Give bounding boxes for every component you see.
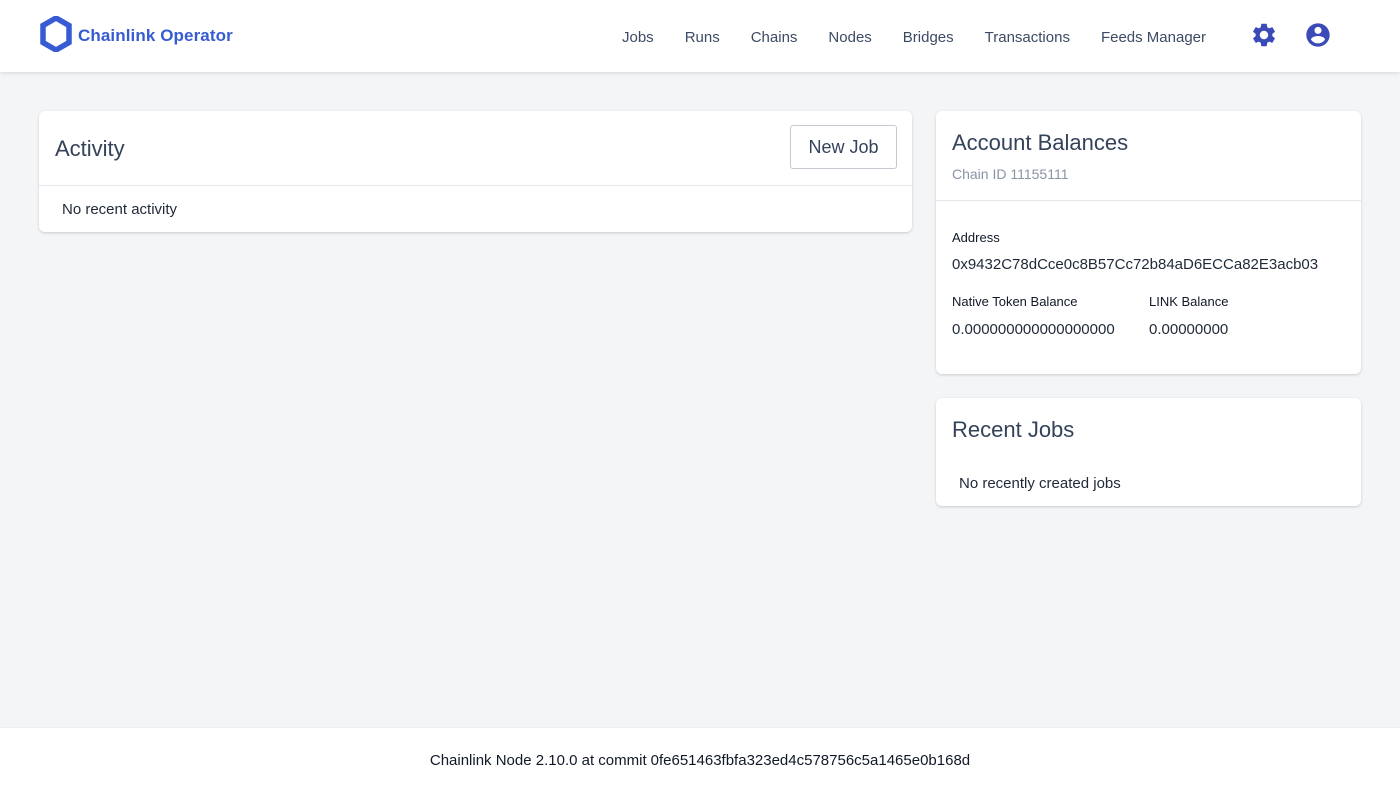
address-value: 0x9432C78dCce0c8B57Cc72b84aD6ECCa82E3acb…: [952, 256, 1319, 273]
brand-name: Chainlink Operator: [78, 26, 233, 45]
link-balance-value: 0.00000000: [1149, 321, 1229, 338]
nav-jobs[interactable]: Jobs: [622, 29, 654, 46]
chain-id-subtitle: Chain ID 11155111: [952, 166, 1069, 182]
nav-chains[interactable]: Chains: [751, 29, 798, 46]
activity-card: Activity New Job No recent activity: [39, 111, 912, 232]
activity-card-header: Activity New Job: [39, 111, 912, 186]
footer: Chainlink Node 2.10.0 at commit 0fe65146…: [0, 727, 1400, 793]
main-nav: Jobs Runs Chains Nodes Bridges Transacti…: [622, 26, 1206, 48]
footer-commit-hash: 0fe651463fbfa323ed4c578756c5a1465e0b168d: [650, 752, 971, 769]
account-balances-card: Account Balances Chain ID 11155111 Addre…: [936, 111, 1361, 374]
recent-jobs-card: Recent Jobs No recently created jobs: [936, 398, 1361, 506]
top-navbar: Chainlink Operator Jobs Runs Chains Node…: [0, 0, 1400, 72]
new-job-button[interactable]: New Job: [790, 125, 897, 169]
nav-bridges[interactable]: Bridges: [903, 29, 954, 46]
gear-icon: [1250, 21, 1278, 54]
settings-button[interactable]: [1250, 23, 1278, 51]
brand-logo-link[interactable]: Chainlink Operator: [40, 14, 233, 57]
nav-transactions[interactable]: Transactions: [985, 29, 1070, 46]
nav-nodes[interactable]: Nodes: [828, 29, 871, 46]
account-circle-icon: [1304, 21, 1332, 54]
native-token-balance-value: 0.000000000000000000: [952, 321, 1115, 338]
footer-version-text: Chainlink Node 2.10.0 at commit: [429, 752, 647, 769]
native-token-balance-label: Native Token Balance: [952, 294, 1078, 309]
account-balances-title: Account Balances: [952, 130, 1129, 155]
recent-jobs-title: Recent Jobs: [952, 417, 1075, 442]
account-button[interactable]: [1304, 21, 1332, 54]
link-balance-label: LINK Balance: [1149, 294, 1229, 309]
address-label: Address: [952, 230, 1000, 245]
chainlink-hexagon-icon: [40, 14, 72, 57]
activity-empty-message: No recent activity: [62, 201, 178, 218]
recent-jobs-empty-message: No recently created jobs: [959, 475, 1121, 492]
nav-runs[interactable]: Runs: [685, 29, 720, 46]
account-balances-header: Account Balances Chain ID 11155111: [936, 111, 1361, 201]
activity-title: Activity: [55, 136, 125, 161]
nav-feeds-manager[interactable]: Feeds Manager: [1101, 29, 1206, 46]
